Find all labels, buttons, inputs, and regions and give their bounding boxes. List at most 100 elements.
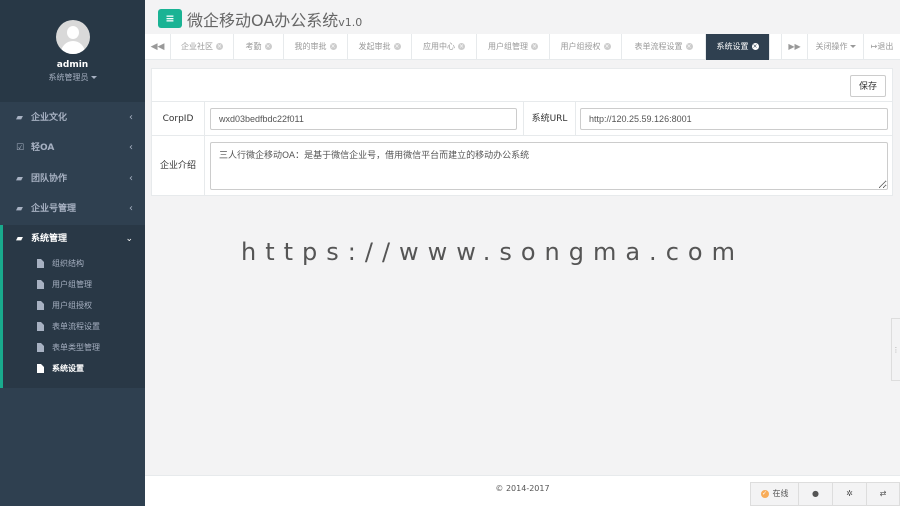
corpid-input[interactable] — [210, 108, 517, 130]
chevron-left-icon: ‹ — [129, 142, 133, 153]
tab-system-settings[interactable]: 系统设置 × — [706, 34, 770, 60]
chevron-down-icon: ⌄ — [125, 234, 133, 244]
file-icon — [37, 301, 44, 310]
folder-icon: ▰ — [16, 174, 23, 184]
folder-open-icon: ▰ — [16, 234, 23, 244]
sidebar-subitem-label: 用户组管理 — [52, 280, 92, 289]
sidebar-item-label: 轻OA — [31, 143, 55, 153]
gear-icon: ✲ — [846, 489, 853, 498]
company-intro-label: 企业介绍 — [152, 136, 205, 196]
folder-icon: ▰ — [16, 113, 23, 123]
sidebar-subitem-label: 用户组授权 — [52, 301, 92, 310]
sidebar-subitem-org[interactable]: 组织结构 — [3, 253, 145, 274]
sidebar-subitem-group-manage[interactable]: 用户组管理 — [3, 274, 145, 295]
tab-app-center[interactable]: 应用中心 × — [412, 34, 477, 60]
system-url-label: 系统URL — [523, 102, 576, 135]
chat-bubble-icon: ● — [812, 489, 819, 498]
sidebar-subitem-form-type[interactable]: 表单类型管理 — [3, 337, 145, 358]
file-icon — [37, 259, 44, 268]
sidebar-subitem-group-auth[interactable]: 用户组授权 — [3, 295, 145, 316]
profile-name: admin — [56, 60, 89, 70]
sidebar-item-label: 团队协作 — [31, 174, 68, 184]
chat-dock: ✓ 在线 ● ✲ ⇄ — [750, 482, 900, 506]
form-toolbar: 保存 — [152, 69, 892, 102]
tab-my-approval[interactable]: 我的审批 × — [284, 34, 348, 60]
tab-community[interactable]: 企业社区 × — [171, 34, 234, 60]
tab-scroll-right-button[interactable]: ▶▶ — [781, 34, 807, 60]
sidebar-subitem-form-flow[interactable]: 表单流程设置 — [3, 316, 145, 337]
settings-button[interactable]: ✲ — [833, 483, 867, 505]
tab-label: 用户组授权 — [560, 42, 601, 51]
close-operations-dropdown[interactable]: 关闭操作 — [807, 34, 863, 60]
sidebar-item-light-oa[interactable]: ☑ 轻OA ‹ — [0, 133, 145, 163]
system-url-input[interactable] — [580, 108, 888, 130]
main-content: 保存 CorpID 系统URL 企业介绍 三人行微企移动OA：是基于微信企业号，… — [145, 60, 900, 475]
tab-label: 应用中心 — [423, 42, 455, 51]
close-icon[interactable]: × — [458, 43, 465, 50]
sidebar-item-enterprise[interactable]: ▰ 企业号管理 ‹ — [0, 194, 145, 224]
check-icon: ✓ — [760, 489, 769, 498]
watermark-text: https://www.songma.com — [241, 238, 744, 266]
online-status-button[interactable]: ✓ 在线 — [751, 483, 799, 505]
tab-label: 用户组管理 — [488, 42, 528, 51]
tab-label: 考勤 — [245, 42, 262, 51]
top-header: ≡ 微企移动OA办公系统v1.0 — [145, 0, 900, 34]
company-intro-textarea[interactable]: 三人行微企移动OA：是基于微信企业号，借用微信平台而建立的移动办公系统 — [210, 142, 888, 190]
switch-button[interactable]: ⇄ — [867, 483, 899, 505]
folder-icon: ▰ — [16, 204, 23, 214]
menu-toggle-button[interactable]: ≡ — [158, 9, 182, 28]
sidebar-item-culture[interactable]: ▰ 企业文化 ‹ — [0, 103, 145, 133]
close-icon[interactable]: × — [751, 43, 759, 50]
avatar[interactable] — [55, 20, 90, 54]
checkbox-icon: ☑ — [16, 143, 25, 153]
close-icon[interactable]: × — [216, 43, 223, 50]
chat-button[interactable]: ● — [799, 483, 833, 505]
caret-down-icon — [849, 45, 856, 48]
sidebar-item-team[interactable]: ▰ 团队协作 ‹ — [0, 164, 145, 194]
tab-attendance[interactable]: 考勤 × — [234, 34, 284, 60]
tab-group-auth[interactable]: 用户组授权 × — [550, 34, 622, 60]
tab-form-flow[interactable]: 表单流程设置 × — [622, 34, 706, 60]
tab-scroll-left-button[interactable]: ◀◀ — [145, 34, 171, 60]
logout-button[interactable]: ↦退出 — [863, 34, 900, 60]
close-icon[interactable]: × — [264, 43, 272, 50]
close-operations-label: 关闭操作 — [815, 42, 848, 51]
tab-label: 表单流程设置 — [634, 42, 683, 51]
close-icon[interactable]: × — [685, 43, 693, 50]
sidebar-subitem-label: 系统设置 — [52, 364, 84, 373]
form-row-corpid-url: CorpID 系统URL — [152, 102, 892, 136]
form-row-intro: 企业介绍 三人行微企移动OA：是基于微信企业号，借用微信平台而建立的移动办公系统 — [152, 136, 892, 196]
side-panel-handle[interactable]: ⋮ — [891, 318, 900, 381]
tab-group-manage[interactable]: 用户组管理 × — [477, 34, 550, 60]
save-button[interactable]: 保存 — [849, 75, 886, 97]
profile: admin 系统管理员 — [0, 0, 145, 102]
close-icon[interactable]: × — [603, 43, 611, 50]
settings-form: 保存 CorpID 系统URL 企业介绍 三人行微企移动OA：是基于微信企业号，… — [151, 68, 893, 196]
file-icon — [37, 322, 44, 331]
app-version: v1.0 — [338, 16, 363, 29]
close-icon[interactable]: × — [329, 43, 337, 50]
tab-label: 发起审批 — [358, 42, 391, 51]
profile-role-dropdown[interactable]: 系统管理员 — [0, 72, 145, 83]
chevron-left-icon: ‹ — [129, 203, 133, 214]
sidebar-subitem-system-settings[interactable]: 系统设置 — [3, 358, 145, 379]
online-label: 在线 — [772, 489, 789, 498]
chevron-left-icon: ‹ — [129, 112, 133, 123]
tab-start-approval[interactable]: 发起审批 × — [348, 34, 412, 60]
close-icon[interactable]: × — [393, 43, 401, 50]
tab-label: 系统设置 — [716, 42, 749, 51]
profile-role: 系统管理员 — [48, 73, 89, 82]
exchange-icon: ⇄ — [879, 489, 887, 498]
sidebar-subitem-label: 表单流程设置 — [52, 322, 100, 331]
file-icon — [37, 343, 44, 352]
tab-label: 企业社区 — [181, 42, 213, 51]
sidebar: admin 系统管理员 ▰ 企业文化 ‹ ☑ 轻OA ‹ ▰ 团队协作 ‹ ▰ 企业号管理 ‹ … — [0, 0, 145, 506]
tab-label: 我的审批 — [294, 42, 327, 51]
corpid-label: CorpID — [152, 102, 205, 135]
sidebar-subitem-label: 表单类型管理 — [52, 343, 100, 352]
sidebar-item-system[interactable]: ▰ 系统管理 ⌄ — [3, 225, 145, 253]
close-icon[interactable]: × — [531, 43, 538, 50]
caret-down-icon — [90, 76, 97, 79]
sidebar-subitem-label: 组织结构 — [52, 259, 84, 268]
chevron-left-icon: ‹ — [129, 173, 133, 184]
